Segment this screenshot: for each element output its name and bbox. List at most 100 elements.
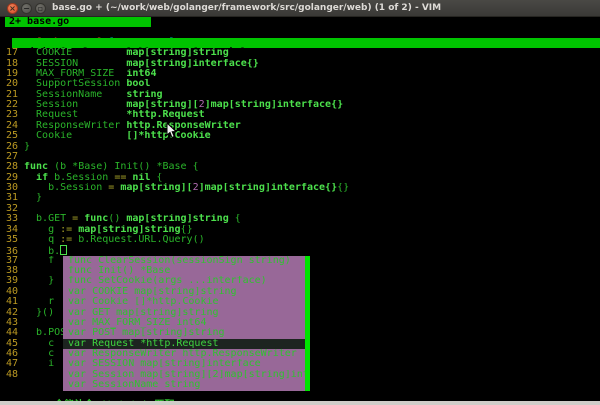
code-text: } <box>24 276 54 286</box>
code-line[interactable]: 28func (b *Base) Init() *Base { <box>0 162 600 172</box>
code-line[interactable]: 34 g := map[string]string{} <box>0 225 600 235</box>
code-text: c <box>24 349 54 359</box>
line-number: 47 <box>0 359 18 369</box>
code-text: SESSION <box>24 59 126 69</box>
code-line[interactable]: 33 b.GET = func() map[string]string { <box>0 214 600 224</box>
code-text: := <box>60 225 78 235</box>
tab-base-go[interactable]: 2+ base.go <box>5 17 151 27</box>
line-number: 32 <box>0 204 18 214</box>
line-number: 39 <box>0 276 18 286</box>
code-text: r <box>24 297 54 307</box>
maximize-button[interactable]: ▫ <box>35 3 46 14</box>
line-number: 23 <box>0 110 18 120</box>
line-number: 46 <box>0 349 18 359</box>
line-number: 19 <box>0 69 18 79</box>
line-number: 24 <box>0 121 18 131</box>
line-number: 27 <box>0 152 18 162</box>
code-text: b.Session <box>24 183 108 193</box>
minimize-button[interactable]: − <box>21 3 32 14</box>
code-line[interactable]: 24 ResponseWriter http.ResponseWriter <box>0 121 600 131</box>
code-line[interactable]: 36 b. <box>0 245 600 255</box>
completion-item[interactable]: var Session map[string][2]map[string]int… <box>63 370 310 380</box>
line-number: 25 <box>0 131 18 141</box>
code-text: ResponseWriter <box>24 121 126 131</box>
code-text: c <box>24 339 54 349</box>
code-text: func <box>84 214 108 224</box>
line-number: 20 <box>0 79 18 89</box>
code-text: func <box>24 162 54 172</box>
code-text: b.Request.URL.Query() <box>78 235 204 245</box>
code-line[interactable]: 30 b.Session = map[string][2]map[string]… <box>0 183 600 193</box>
line-number: 43 <box>0 318 18 328</box>
code-text: if <box>36 173 54 183</box>
code-text: http.ResponseWriter <box>126 121 240 131</box>
line-number: 45 <box>0 339 18 349</box>
code-text: map[string][ <box>126 100 198 110</box>
completion-item[interactable]: var ResponseWriter http.ResponseWriter <box>63 349 310 359</box>
desktop-edge <box>0 401 600 405</box>
completion-item-selected[interactable]: var Request *http.Request <box>63 339 310 349</box>
code-text: g <box>24 225 60 235</box>
code-line[interactable]: 20 SupportSession bool <box>0 79 600 89</box>
code-line[interactable]: 18 SESSION map[string]interface{} <box>0 59 600 69</box>
code-text: SessionName <box>24 90 126 100</box>
popup-scrollbar[interactable] <box>305 256 310 391</box>
code-text: Session <box>24 100 126 110</box>
code-line[interactable]: 31 } <box>0 193 600 203</box>
code-line[interactable]: 29 if b.Session == nil { <box>0 173 600 183</box>
code-line[interactable]: 22 Session map[string][2]map[string]inte… <box>0 100 600 110</box>
completion-item[interactable]: var POST map[string]string <box>63 328 310 338</box>
code-line[interactable]: 17 COOKIE map[string]string <box>0 48 600 58</box>
completion-item[interactable]: func Init() *Base <box>63 266 310 276</box>
code-text: = <box>108 183 120 193</box>
line-number: 42 <box>0 308 18 318</box>
code-line[interactable]: 32 <box>0 204 600 214</box>
completion-item[interactable]: var GET map[string]string <box>63 308 310 318</box>
code-line[interactable]: 23 Request *http.Request <box>0 110 600 120</box>
code-text: i <box>24 359 54 369</box>
code-text: { <box>229 214 241 224</box>
code-line[interactable]: 19 MAX_FORM_SIZE int64 <box>0 69 600 79</box>
code-text: Request <box>24 110 126 120</box>
line-number: 48 <box>0 370 18 380</box>
code-text: f <box>24 256 54 266</box>
code-line[interactable]: 21 SessionName string <box>0 90 600 100</box>
code-text: b.GET <box>24 214 72 224</box>
code-text: {} <box>181 225 193 235</box>
code-text: } <box>24 193 42 203</box>
completion-item[interactable]: var Cookie []*http.Cookie <box>63 297 310 307</box>
code-text: map[string][ <box>120 183 192 193</box>
code-text: MAX_FORM_SIZE <box>24 69 126 79</box>
minibuf-statusline: 8 -MiniBufExplorer- [-][none,utf-8,unix]… <box>0 38 600 48</box>
code-text: *http.Request <box>126 110 204 120</box>
tabline: 2+ base.go <box>0 17 600 27</box>
code-text: COOKIE <box>24 48 126 58</box>
code-text <box>24 173 36 183</box>
code-text: ]map[string]interface{} <box>205 100 343 110</box>
completion-item[interactable]: func SetCookie(args ...interface) <box>63 276 310 286</box>
line-number: 17 <box>0 48 18 58</box>
completion-item[interactable]: var MAX_FORM_SIZE int64 <box>63 318 310 328</box>
completion-item[interactable]: func ClearSession(sessionSign string) <box>63 256 310 266</box>
code-line[interactable]: 26} <box>0 142 600 152</box>
code-text: () <box>108 214 126 224</box>
line-number: 31 <box>0 193 18 203</box>
completion-item[interactable]: var SESSION map[string]interface <box>63 359 310 369</box>
window-titlebar: × − ▫ base.go + (~/work/web/golanger/fra… <box>0 0 600 17</box>
code-line[interactable]: 35 q := b.Request.URL.Query() <box>0 235 600 245</box>
close-button[interactable]: × <box>7 3 18 14</box>
window-title: base.go + (~/work/web/golanger/framework… <box>52 3 441 13</box>
code-text: int64 <box>126 69 156 79</box>
code-text: }() <box>24 308 54 318</box>
completion-item[interactable]: var COOKIE map[string]string <box>63 287 310 297</box>
code-line[interactable]: 25 Cookie []*http.Cookie <box>0 131 600 141</box>
minibuf-status-bar: -MiniBufExplorer- [-][none,utf-8,unix] 0… <box>12 38 600 48</box>
line-number: 36 <box>0 247 18 255</box>
code-text: bool <box>126 79 150 89</box>
completion-item[interactable]: var SessionName string <box>63 380 310 390</box>
code-line[interactable]: 27 <box>0 152 600 162</box>
code-text: string <box>126 90 162 100</box>
code-text: {} <box>337 183 349 193</box>
line-number: 30 <box>0 183 18 193</box>
line-number: 33 <box>0 214 18 224</box>
